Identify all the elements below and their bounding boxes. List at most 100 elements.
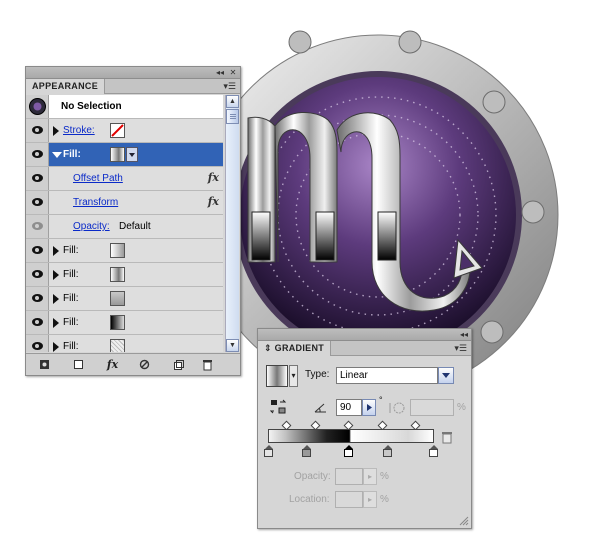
scroll-down-icon[interactable]: ▼ xyxy=(226,339,239,352)
appearance-list: Stroke: Fill: Offset Path fx Transform f… xyxy=(26,67,223,352)
expand-arrow-icon[interactable] xyxy=(53,270,59,280)
delete-stop-icon[interactable] xyxy=(441,431,453,444)
opacity-unit: % xyxy=(380,471,389,482)
close-icon[interactable]: ✕ xyxy=(227,67,239,78)
fill-label[interactable]: Fill: xyxy=(63,292,79,305)
expand-arrow-icon[interactable] xyxy=(53,294,59,304)
duplicate-icon[interactable] xyxy=(172,358,185,371)
visibility-toggle[interactable] xyxy=(26,239,49,262)
trash-icon[interactable] xyxy=(201,358,214,371)
pattern-swatch-icon[interactable] xyxy=(110,339,125,352)
appearance-row-offset-path[interactable]: Offset Path fx xyxy=(26,167,223,191)
aspect-ratio-unit: % xyxy=(457,402,466,413)
appearance-row-fill[interactable]: Fill: xyxy=(26,335,223,352)
scroll-up-icon[interactable]: ▲ xyxy=(226,95,239,108)
panel-menu-icon[interactable]: ▾☰ xyxy=(223,81,236,91)
clear-appearance-icon[interactable] xyxy=(72,358,85,371)
appearance-footer: fx xyxy=(26,353,240,375)
appearance-row-fill[interactable]: Fill: xyxy=(26,287,223,311)
effect-transform-link[interactable]: Transform xyxy=(73,196,118,209)
fx-menu-icon[interactable]: fx xyxy=(106,358,119,371)
eye-icon xyxy=(32,294,43,302)
fill-label[interactable]: Fill: xyxy=(63,244,79,257)
fx-icon[interactable]: fx xyxy=(208,195,219,208)
gradient-stop[interactable] xyxy=(264,445,273,457)
tab-arrows-icon: ⇕ xyxy=(264,343,275,353)
visibility-toggle[interactable] xyxy=(26,335,49,352)
appearance-row-fill[interactable]: Fill: xyxy=(26,239,223,263)
panel-menu-icon[interactable]: ▾☰ xyxy=(454,343,467,353)
visibility-toggle[interactable] xyxy=(26,119,49,142)
appearance-row-transform[interactable]: Transform fx xyxy=(26,191,223,215)
visibility-toggle[interactable] xyxy=(26,263,49,286)
swatch-dropdown-icon[interactable] xyxy=(126,147,138,162)
gradient-stop[interactable] xyxy=(429,445,438,457)
gradient-swatch-icon[interactable] xyxy=(110,147,125,162)
expand-arrow-icon[interactable] xyxy=(53,126,59,136)
visibility-toggle[interactable] xyxy=(26,191,49,214)
angle-input[interactable]: 90 xyxy=(336,399,362,416)
collapse-icon[interactable]: ◂◂ xyxy=(458,329,470,340)
visibility-toggle[interactable] xyxy=(26,311,49,334)
type-dropdown-icon[interactable] xyxy=(438,367,454,384)
resize-grip-icon[interactable] xyxy=(459,516,469,526)
appearance-row-fill[interactable]: Fill: xyxy=(26,311,223,335)
visibility-toggle[interactable] xyxy=(26,287,49,310)
opacity-label: Opacity: xyxy=(294,471,331,482)
stroke-label[interactable]: Stroke: xyxy=(63,124,95,137)
grip-icon xyxy=(230,114,236,120)
fx-icon[interactable]: fx xyxy=(208,171,219,184)
angle-unit: ° xyxy=(379,395,383,405)
aspect-ratio-input xyxy=(410,399,454,416)
fill-label[interactable]: Fill: xyxy=(63,316,79,329)
visibility-toggle[interactable] xyxy=(26,143,49,166)
tab-gradient[interactable]: ⇕ GRADIENT xyxy=(258,341,332,356)
appearance-row-fill[interactable]: Fill: xyxy=(26,263,223,287)
gradient-preset-dropdown-icon[interactable]: ▾ xyxy=(289,365,298,387)
appearance-panel: ◂◂ ✕ APPEARANCE ▾☰ No Selection Stroke: xyxy=(25,66,241,376)
gradient-slider[interactable] xyxy=(268,429,434,443)
visibility-toggle[interactable] xyxy=(26,167,49,190)
stop-color-icon xyxy=(429,449,438,457)
effect-offset-path-link[interactable]: Offset Path xyxy=(73,172,123,185)
location-unit: % xyxy=(380,494,389,505)
eye-icon xyxy=(32,270,43,278)
expand-arrow-icon[interactable] xyxy=(53,342,59,352)
scroll-thumb[interactable] xyxy=(226,109,239,124)
appearance-row-opacity[interactable]: Opacity: Default xyxy=(26,215,223,239)
visibility-toggle[interactable] xyxy=(26,215,49,238)
reduce-basic-icon[interactable] xyxy=(138,358,151,371)
gradient-swatch-icon[interactable] xyxy=(110,267,125,282)
gradient-preview-swatch[interactable] xyxy=(266,365,288,387)
gradient-stop[interactable] xyxy=(302,445,311,457)
type-select[interactable]: Linear xyxy=(336,367,438,384)
opacity-input xyxy=(335,468,363,485)
expand-arrow-icon[interactable] xyxy=(53,318,59,328)
fill-label[interactable]: Fill: xyxy=(63,148,81,161)
fill-label[interactable]: Fill: xyxy=(63,340,79,352)
appearance-row-stroke[interactable]: Stroke: xyxy=(26,119,223,143)
appearance-row-fill-selected[interactable]: Fill: xyxy=(26,143,223,167)
stop-color-icon xyxy=(344,449,353,457)
gradient-stop[interactable] xyxy=(383,445,392,457)
gray-swatch-icon[interactable] xyxy=(110,291,125,306)
eye-icon xyxy=(32,174,43,182)
reverse-gradient-icon[interactable] xyxy=(270,399,288,415)
new-art-icon[interactable] xyxy=(38,358,51,371)
gradient-stop[interactable] xyxy=(344,445,353,457)
collapse-arrow-icon[interactable] xyxy=(52,152,62,158)
location-label: Location: xyxy=(289,494,330,505)
location-input xyxy=(335,491,363,508)
eye-icon xyxy=(32,222,43,230)
panel-title-bar[interactable]: ◂◂ xyxy=(258,329,471,341)
fill-label[interactable]: Fill: xyxy=(63,268,79,281)
none-stroke-swatch-icon[interactable] xyxy=(110,123,125,138)
black-gradient-swatch-icon[interactable] xyxy=(110,315,125,330)
appearance-scrollbar[interactable]: ▲ ▼ xyxy=(225,95,239,352)
tab-gradient-label: GRADIENT xyxy=(274,343,325,353)
gradient-swatch-icon[interactable] xyxy=(110,243,125,258)
aspect-ratio-icon xyxy=(389,402,405,414)
angle-dropdown-icon[interactable] xyxy=(362,399,376,416)
opacity-link[interactable]: Opacity: xyxy=(73,220,110,233)
expand-arrow-icon[interactable] xyxy=(53,246,59,256)
